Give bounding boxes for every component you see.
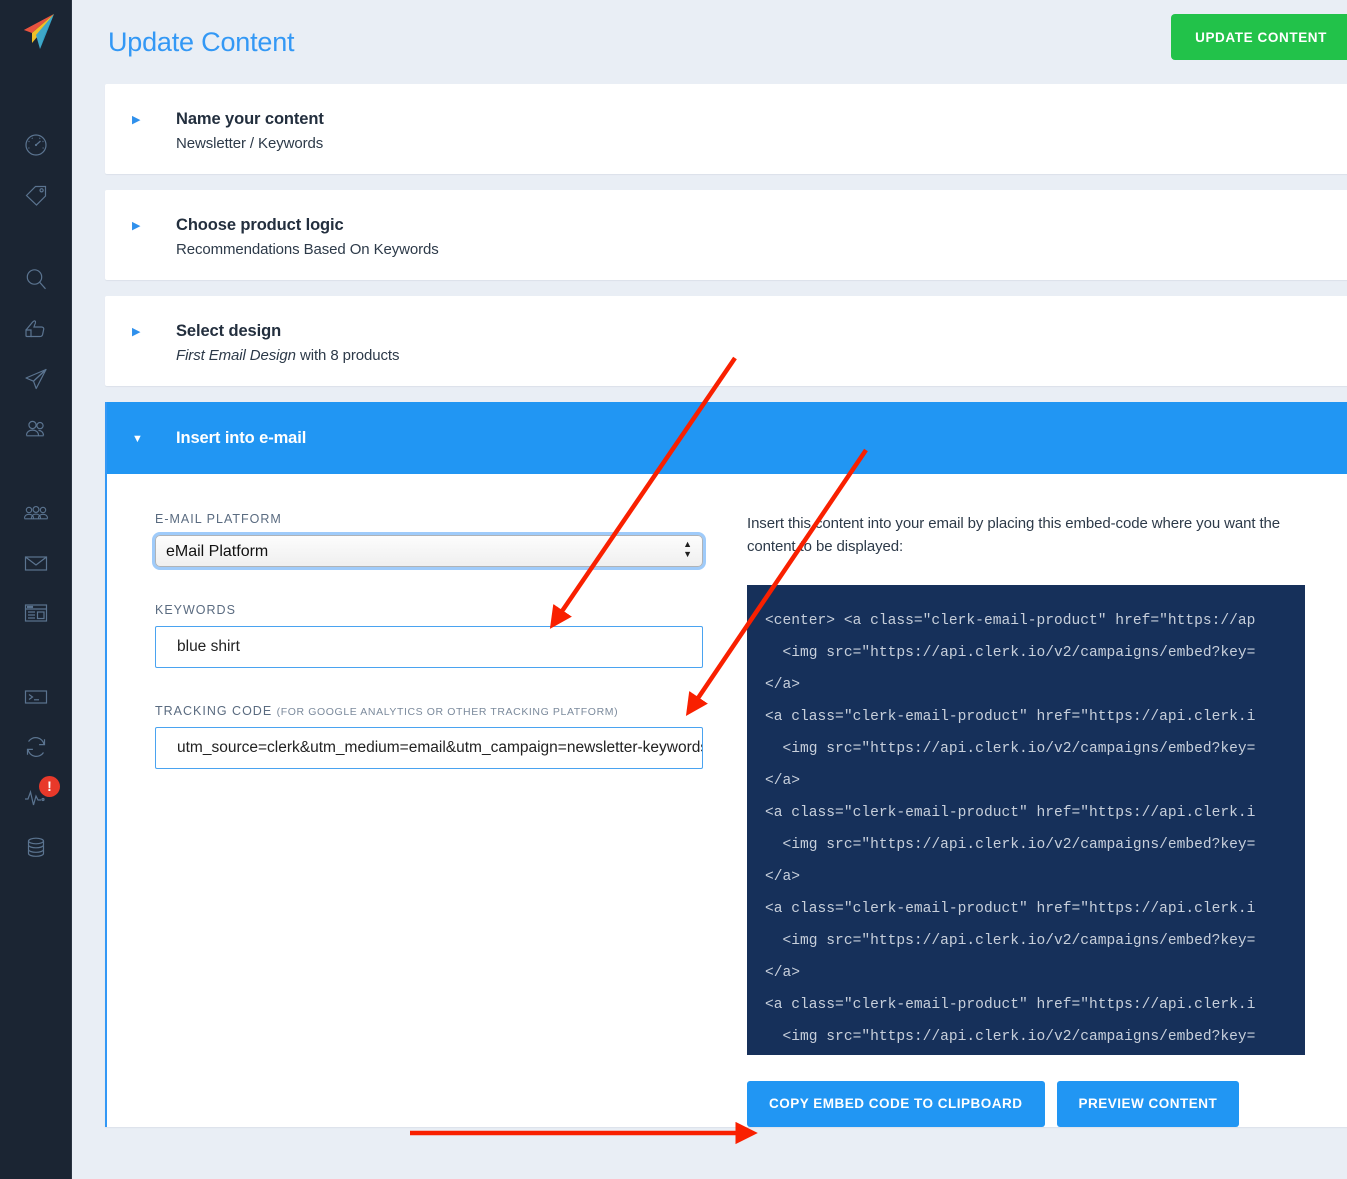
keywords-label: KEYWORDS bbox=[155, 603, 236, 617]
embed-code-line: <img src="https://api.clerk.io/v2/campai… bbox=[765, 740, 1256, 757]
sidebar-item-recommendations[interactable] bbox=[0, 304, 71, 354]
field-email-platform: E-MAIL PLATFORM eMail Platform ▲ ▼ bbox=[152, 512, 747, 570]
chevron-down-icon[interactable] bbox=[132, 434, 150, 445]
tracking-code-label-hint: (FOR GOOGLE ANALYTICS OR OTHER TRACKING … bbox=[276, 706, 619, 718]
accordion-panel-insert-into-email: Insert into e-mail E-MAIL PLATFORM eMail… bbox=[105, 402, 1347, 1127]
keywords-input[interactable] bbox=[155, 626, 703, 668]
panel-body: E-MAIL PLATFORM eMail Platform ▲ ▼ KEYWO… bbox=[107, 474, 1347, 1127]
embed-code-line: </a> bbox=[765, 772, 801, 789]
page-header: Update Content UPDATE CONTENT bbox=[72, 0, 1347, 84]
page-title: Update Content bbox=[108, 26, 295, 57]
sidebar-item-email[interactable] bbox=[0, 354, 71, 404]
email-platform-select[interactable]: eMail Platform bbox=[152, 532, 706, 570]
left-sidebar: ! bbox=[0, 0, 72, 1179]
tracking-code-label-main: TRACKING CODE bbox=[155, 704, 273, 718]
accordion-title: Select design bbox=[176, 322, 282, 340]
sidebar-item-console[interactable] bbox=[0, 672, 71, 722]
embed-code-line: <img src="https://api.clerk.io/v2/campai… bbox=[765, 1028, 1256, 1045]
envelope-icon bbox=[22, 549, 50, 577]
sidebar-item-data[interactable] bbox=[0, 822, 71, 872]
browser-window-icon bbox=[22, 599, 50, 627]
paper-plane-logo-icon[interactable] bbox=[10, 6, 62, 58]
field-tracking-code: TRACKING CODE (FOR GOOGLE ANALYTICS OR O… bbox=[155, 704, 747, 769]
chevron-right-icon[interactable] bbox=[132, 327, 150, 338]
field-keywords: KEYWORDS bbox=[155, 603, 747, 668]
sidebar-item-mail[interactable] bbox=[0, 538, 71, 588]
embed-code-line: <img src="https://api.clerk.io/v2/campai… bbox=[765, 932, 1256, 949]
sync-refresh-icon bbox=[22, 733, 50, 761]
embed-code-line: <a class="clerk-email-product" href="htt… bbox=[765, 996, 1256, 1013]
chevron-right-icon[interactable] bbox=[132, 115, 150, 126]
embed-code-line: <img src="https://api.clerk.io/v2/campai… bbox=[765, 836, 1256, 853]
sidebar-item-search[interactable] bbox=[0, 254, 71, 304]
two-users-icon bbox=[22, 415, 50, 443]
embed-code-line: <center> <a class="clerk-email-product" … bbox=[765, 612, 1256, 629]
chevron-right-icon[interactable] bbox=[132, 221, 150, 232]
search-magnifier-icon bbox=[22, 265, 50, 293]
embed-code-line: <a class="clerk-email-product" href="htt… bbox=[765, 804, 1256, 821]
embed-actions: COPY EMBED CODE TO CLIPBOARD PREVIEW CON… bbox=[747, 1080, 1305, 1127]
accordion-title: Name your content bbox=[176, 110, 324, 128]
design-products-count: with 8 products bbox=[295, 347, 400, 364]
three-users-icon bbox=[22, 499, 50, 527]
accordion-subtitle: First Email Design with 8 products bbox=[176, 347, 399, 364]
accordion-card-choose-product-logic[interactable]: Choose product logic Recommendations Bas… bbox=[105, 190, 1347, 280]
embed-code-line: <a class="clerk-email-product" href="htt… bbox=[765, 708, 1256, 725]
preview-content-button[interactable]: PREVIEW CONTENT bbox=[1056, 1080, 1240, 1127]
embed-code-line: <img src="https://api.clerk.io/v2/campai… bbox=[765, 644, 1256, 661]
design-name: First Email Design bbox=[176, 347, 296, 364]
panel-header[interactable]: Insert into e-mail bbox=[107, 402, 1347, 474]
embed-code-line: </a> bbox=[765, 964, 801, 981]
app-root: ! Update Content UPDATE CONTENT ▶ Name y… bbox=[0, 0, 1347, 1179]
sidebar-nav: ! bbox=[0, 120, 71, 872]
tracking-code-input[interactable] bbox=[155, 727, 703, 769]
thumbs-up-icon bbox=[22, 315, 50, 343]
sidebar-item-sync[interactable] bbox=[0, 722, 71, 772]
database-icon bbox=[22, 833, 50, 861]
embed-code-area: Insert this content into your email by p… bbox=[747, 512, 1347, 1127]
update-content-button[interactable]: UPDATE CONTENT bbox=[1171, 14, 1347, 60]
email-platform-label: E-MAIL PLATFORM bbox=[155, 512, 282, 526]
accordion-title: Choose product logic bbox=[176, 216, 344, 234]
sidebar-item-dashboard[interactable] bbox=[0, 120, 71, 170]
accordion-subtitle: Recommendations Based On Keywords bbox=[176, 241, 439, 258]
accordion-subtitle: Newsletter / Keywords bbox=[176, 135, 324, 152]
copy-embed-code-button[interactable]: COPY EMBED CODE TO CLIPBOARD bbox=[747, 1080, 1045, 1127]
embed-code-line: <a class="clerk-email-product" href="htt… bbox=[765, 900, 1256, 917]
paper-plane-icon bbox=[22, 365, 50, 393]
embed-form: E-MAIL PLATFORM eMail Platform ▲ ▼ KEYWO… bbox=[107, 512, 747, 1127]
tag-icon bbox=[22, 181, 50, 209]
sidebar-item-activity[interactable]: ! bbox=[0, 772, 71, 822]
main-content: Update Content UPDATE CONTENT Name your … bbox=[72, 0, 1347, 1179]
accordion-card-select-design[interactable]: Select design First Email Design with 8 … bbox=[105, 296, 1347, 386]
accordion-card-name-your-content[interactable]: Name your content Newsletter / Keywords bbox=[105, 84, 1347, 174]
embed-code-line: </a> bbox=[765, 676, 801, 693]
terminal-icon bbox=[22, 683, 50, 711]
embed-instructions: Insert this content into your email by p… bbox=[747, 515, 1281, 556]
sidebar-item-segments[interactable] bbox=[0, 488, 71, 538]
tracking-code-label: TRACKING CODE (FOR GOOGLE ANALYTICS OR O… bbox=[155, 704, 747, 718]
dashboard-gauge-icon bbox=[22, 131, 50, 159]
embed-code-block[interactable]: <center> <a class="clerk-email-product" … bbox=[747, 584, 1305, 1055]
embed-code-line: </a> bbox=[765, 868, 801, 885]
sidebar-item-audience[interactable] bbox=[0, 404, 71, 454]
sidebar-item-web[interactable] bbox=[0, 588, 71, 638]
panel-title: Insert into e-mail bbox=[176, 428, 307, 447]
alert-badge[interactable]: ! bbox=[39, 776, 60, 797]
sidebar-item-tags[interactable] bbox=[0, 170, 71, 220]
accordion-list: Name your content Newsletter / Keywords … bbox=[72, 84, 1347, 1127]
